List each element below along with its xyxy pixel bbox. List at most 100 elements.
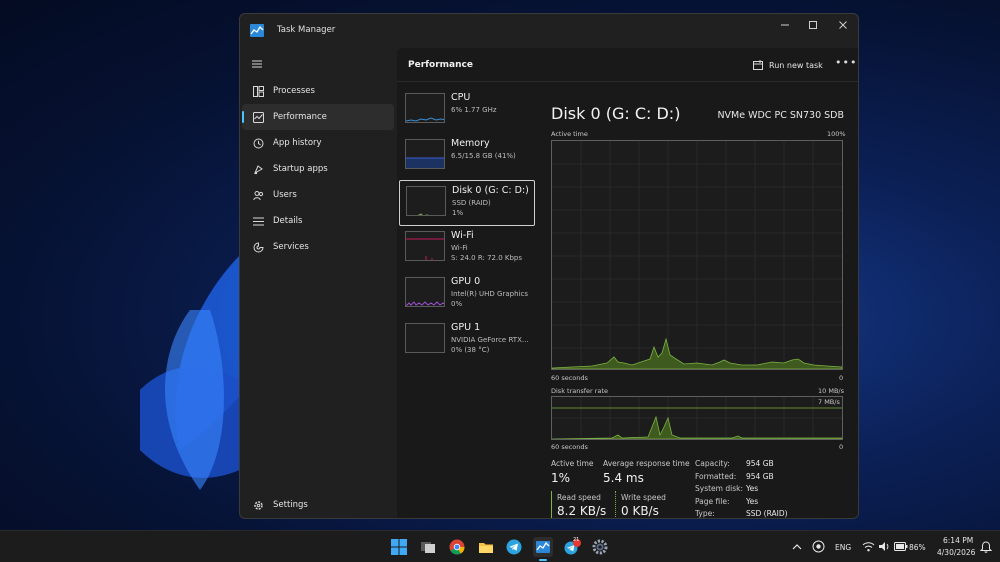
nav-item-settings[interactable]: Settings xyxy=(242,492,394,518)
system-disk-key: System disk: xyxy=(695,484,743,493)
task-manager-taskbar-button[interactable] xyxy=(533,537,553,561)
navigation-pane: Processes Performance App history Startu… xyxy=(242,78,394,260)
nav-item-users[interactable]: Users xyxy=(242,182,394,208)
language-indicator[interactable]: ENG xyxy=(835,543,851,552)
folder-icon xyxy=(479,543,493,553)
run-task-icon xyxy=(753,59,763,70)
maximize-icon xyxy=(809,21,817,29)
active-time-seconds-label: 60 seconds xyxy=(551,374,588,382)
details-icon xyxy=(252,215,264,227)
settings-row[interactable]: Settings xyxy=(242,492,394,518)
chrome-icon xyxy=(449,539,465,555)
type-value: SSD (RAID) xyxy=(746,509,788,518)
title-bar: Task Manager xyxy=(240,14,858,48)
settings-taskbar-button[interactable] xyxy=(590,537,610,557)
nav-item-processes[interactable]: Processes xyxy=(242,78,394,104)
settings-label: Settings xyxy=(273,500,308,510)
settings-gear-icon xyxy=(592,539,608,555)
response-time-value: 5.4 ms xyxy=(603,471,644,485)
nav-item-label: Users xyxy=(273,190,297,200)
content-header: Performance Run new task ••• xyxy=(397,48,858,82)
disk-thumbnail xyxy=(406,186,446,216)
task-view-icon xyxy=(421,542,435,553)
volume-icon[interactable] xyxy=(878,541,890,552)
page-title: Performance xyxy=(408,60,473,70)
minimize-button[interactable] xyxy=(770,14,800,36)
nav-item-app-history[interactable]: App history xyxy=(242,130,394,156)
clock-time[interactable]: 6:14 PM xyxy=(943,536,973,545)
resource-item-cpu[interactable]: CPU 6% 1.77 GHz xyxy=(399,88,535,134)
startup-icon xyxy=(252,163,264,175)
gpu1-thumbnail xyxy=(405,323,445,353)
transfer-rate-marker-label: 7 MB/s xyxy=(818,398,840,406)
run-new-task-button[interactable]: Run new task xyxy=(753,57,823,73)
transfer-seconds-label: 60 seconds xyxy=(551,443,588,451)
resource-item-disk-0[interactable]: Disk 0 (G: C: D:) SSD (RAID) 1% xyxy=(399,180,535,226)
resource-item-memory[interactable]: Memory 6.5/15.8 GB (41%) xyxy=(399,134,535,180)
capacity-key: Capacity: xyxy=(695,459,730,468)
telegram-icon xyxy=(506,539,522,555)
disk-model: NVMe WDC PC SN730 SDB xyxy=(717,110,844,121)
history-icon xyxy=(252,137,264,149)
memory-thumbnail xyxy=(405,139,445,169)
disk-title: Disk 0 (G: C: D:) xyxy=(551,104,681,123)
task-manager-window: Task Manager Processes Performance App h… xyxy=(239,13,859,519)
nav-item-startup-apps[interactable]: Startup apps xyxy=(242,156,394,182)
write-speed-value: 0 KB/s xyxy=(621,504,659,518)
nav-item-label: Performance xyxy=(273,112,327,122)
services-icon xyxy=(252,241,264,253)
nav-item-performance[interactable]: Performance xyxy=(242,104,394,130)
desktop-wallpaper: Task Manager Processes Performance App h… xyxy=(0,0,1000,530)
resource-item-gpu-1[interactable]: GPU 1 NVIDIA GeForce RTX... 0% (38 °C) xyxy=(399,318,535,364)
gpu0-thumbnail xyxy=(405,277,445,307)
minimize-icon xyxy=(781,24,789,26)
taskbar: 21 ENG 86% 6:14 PM 4/30/2026 xyxy=(0,530,1000,562)
telegram-2-button[interactable]: 21 xyxy=(562,537,582,557)
hamburger-menu-button[interactable] xyxy=(250,56,264,70)
resource-item-gpu-0[interactable]: GPU 0 Intel(R) UHD Graphics 0% xyxy=(399,272,535,318)
close-button[interactable] xyxy=(828,14,858,36)
capacity-value: 954 GB xyxy=(746,459,774,468)
chrome-button[interactable] xyxy=(447,537,467,557)
transfer-zero-label: 0 xyxy=(839,443,844,451)
battery-icon[interactable] xyxy=(894,542,908,551)
transfer-rate-graph: 7 MB/s xyxy=(551,396,843,440)
chevron-up-icon[interactable] xyxy=(792,543,802,551)
windows-logo-icon xyxy=(391,539,407,555)
task-manager-icon xyxy=(250,24,264,37)
page-file-key: Page file: xyxy=(695,496,730,506)
nav-item-label: Details xyxy=(273,216,303,226)
wifi-icon[interactable] xyxy=(862,541,875,552)
transfer-rate-label: Disk transfer rate xyxy=(551,387,608,395)
active-time-max-label: 100% xyxy=(827,130,846,138)
formatted-key: Formatted: xyxy=(695,471,737,481)
gear-icon xyxy=(252,499,264,511)
nav-item-label: Processes xyxy=(273,86,315,96)
file-explorer-button[interactable] xyxy=(476,537,496,557)
task-view-button[interactable] xyxy=(418,537,438,557)
resource-list: CPU 6% 1.77 GHz Memory 6.5/15.8 GB (41%)… xyxy=(399,88,535,364)
battery-percentage: 86% xyxy=(909,543,926,552)
active-time-zero-label: 0 xyxy=(839,374,844,382)
read-speed-marker xyxy=(551,491,552,518)
task-manager-taskbar-icon xyxy=(536,541,550,553)
telegram-badge-count: 21 xyxy=(573,537,580,543)
nav-item-details[interactable]: Details xyxy=(242,208,394,234)
maximize-button[interactable] xyxy=(798,14,828,36)
notification-bell-icon[interactable] xyxy=(980,541,992,553)
resource-item-wifi[interactable]: Wi-Fi Wi-Fi S: 24.0 R: 72.0 Kbps xyxy=(399,226,535,272)
tray-app-icon[interactable] xyxy=(812,540,825,553)
active-time-graph xyxy=(551,140,843,370)
clock-date[interactable]: 4/30/2026 xyxy=(937,548,975,557)
run-task-label: Run new task xyxy=(769,60,823,70)
more-options-button[interactable]: ••• xyxy=(835,56,857,69)
read-speed-value: 8.2 KB/s xyxy=(557,504,607,518)
nav-item-label: Startup apps xyxy=(273,164,328,174)
write-speed-marker xyxy=(615,491,616,518)
telegram-button[interactable] xyxy=(504,537,524,557)
nav-item-services[interactable]: Services xyxy=(242,234,394,260)
formatted-value: 954 GB xyxy=(746,471,774,481)
page-file-value: Yes xyxy=(746,496,759,506)
start-button[interactable] xyxy=(389,537,409,557)
wifi-thumbnail xyxy=(405,231,445,261)
